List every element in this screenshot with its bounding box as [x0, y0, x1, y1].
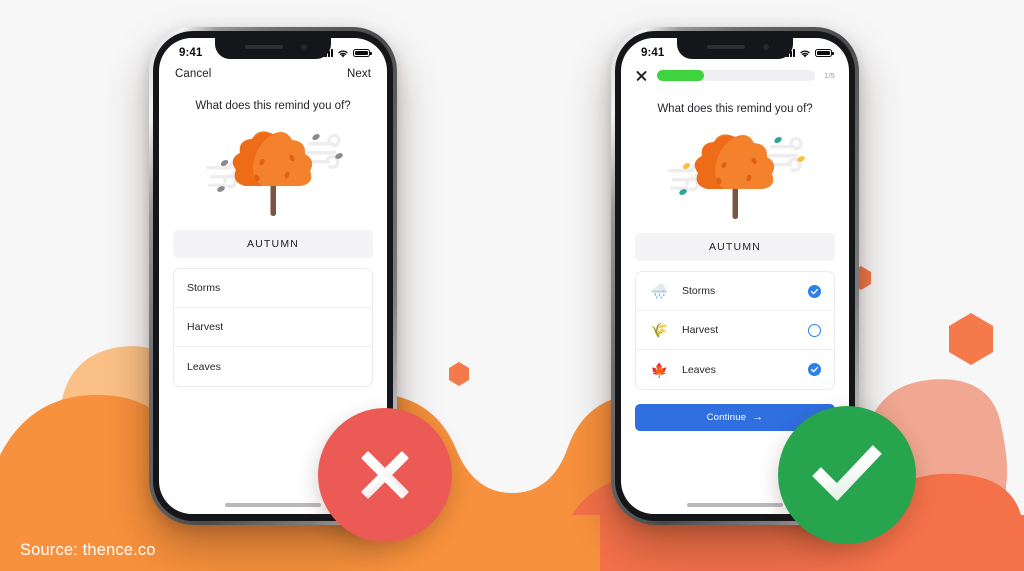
category-pill: AUTUMN	[635, 233, 835, 261]
battery-icon	[353, 48, 372, 58]
option-label: Harvest	[682, 324, 719, 336]
earpiece-speaker	[707, 45, 745, 49]
source-caption: Source: thence.co	[20, 541, 156, 559]
autumn-tree-illustration	[159, 112, 387, 230]
option-label: Storms	[187, 282, 221, 294]
option-label: Storms	[682, 285, 716, 297]
progress-bar-fill	[657, 70, 705, 81]
question-title: What does this remind you of?	[657, 103, 813, 115]
checkbox-unchecked-icon[interactable]	[808, 323, 821, 337]
list-item[interactable]: Leaves	[174, 347, 372, 386]
continue-button-label: Continue	[706, 412, 747, 423]
list-item[interactable]: Harvest	[174, 308, 372, 347]
arrow-right-icon: →	[752, 411, 764, 423]
list-item[interactable]: 🌾 Harvest	[636, 311, 834, 350]
next-button[interactable]: Next	[347, 68, 371, 80]
tree-graphic	[206, 131, 343, 216]
battery-icon	[815, 48, 834, 58]
progress-bar	[657, 70, 815, 81]
cancel-button[interactable]: Cancel	[175, 68, 211, 80]
progress-navigation-bar: 1/5	[621, 64, 849, 89]
tree-foliage	[232, 131, 313, 186]
wheat-emoji: 🌾	[650, 322, 669, 338]
options-list: Storms Harvest Leaves	[173, 268, 373, 387]
tree-foliage	[694, 134, 775, 189]
wifi-icon	[800, 50, 810, 57]
rain-cloud-emoji: 🌧️	[650, 283, 669, 299]
status-bar-time: 9:41	[641, 47, 665, 59]
option-label: Harvest	[187, 321, 224, 333]
close-x-icon[interactable]	[635, 69, 648, 82]
approve-badge	[778, 406, 916, 544]
list-item[interactable]: Storms	[174, 269, 372, 308]
reject-badge	[318, 408, 452, 542]
check-icon	[812, 445, 882, 501]
screenshot-stage: 9:41 Cancel Next What does this remind y…	[0, 0, 1024, 571]
options-list: 🌧️ Storms 🌾 Harvest 🍁 Leaves	[635, 271, 835, 390]
status-bar-time: 9:41	[179, 47, 203, 59]
cross-icon	[361, 451, 409, 499]
front-camera-icon	[763, 44, 769, 50]
option-label: Leaves	[187, 360, 221, 373]
wifi-icon	[338, 50, 348, 57]
autumn-tree-illustration	[621, 115, 849, 233]
front-camera-icon	[301, 44, 307, 50]
list-item[interactable]: 🍁 Leaves	[636, 350, 834, 389]
category-pill: AUTUMN	[173, 230, 373, 258]
earpiece-speaker	[245, 45, 283, 49]
list-item[interactable]: 🌧️ Storms	[636, 272, 834, 311]
tree-graphic	[668, 134, 805, 219]
question-title: What does this remind you of?	[195, 100, 351, 112]
notch	[677, 38, 793, 59]
checkbox-checked-icon[interactable]	[808, 284, 821, 298]
checkbox-checked-icon[interactable]	[808, 363, 821, 376]
maple-leaf-emoji: 🍁	[650, 361, 669, 378]
navigation-bar: Cancel Next	[159, 64, 387, 86]
notch	[215, 38, 331, 59]
option-label: Leaves	[682, 363, 716, 376]
step-counter: 1/5	[823, 71, 835, 80]
